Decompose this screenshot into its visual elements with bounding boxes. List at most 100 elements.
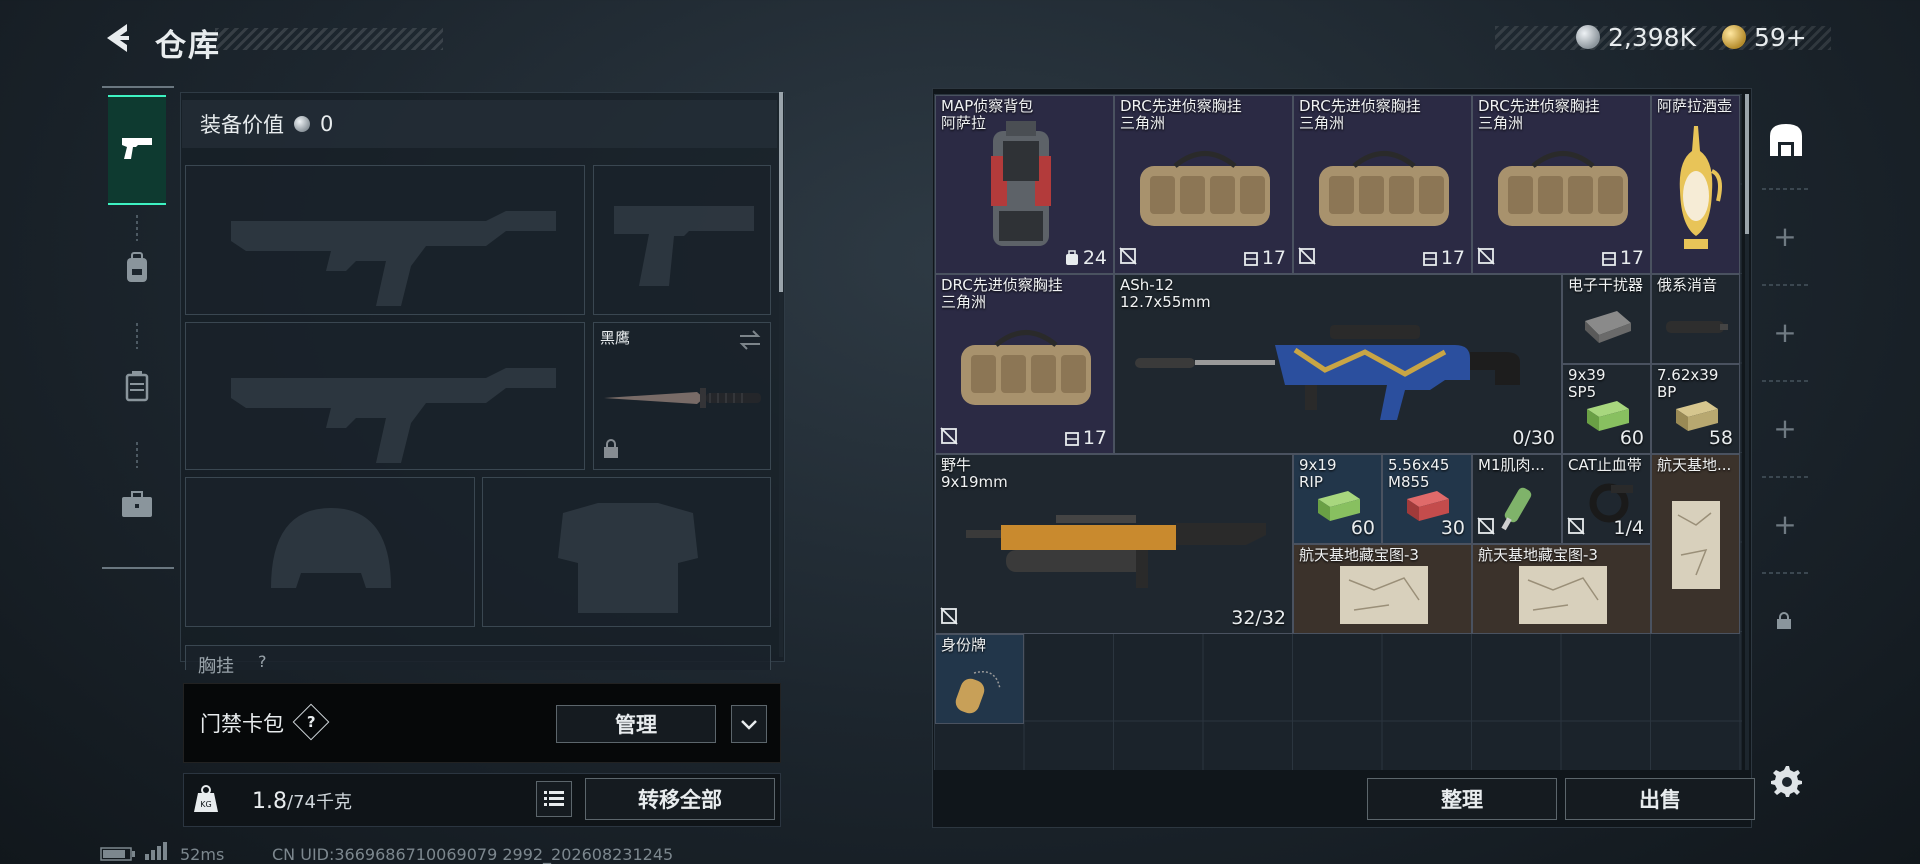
briefcase-icon xyxy=(121,490,153,522)
inventory-item[interactable]: 5.56x45 M855 30 xyxy=(1382,454,1472,544)
helmet-slot[interactable] xyxy=(185,477,475,627)
dog-tag-image xyxy=(955,671,1001,714)
secondary-weapon-slot[interactable] xyxy=(593,165,771,315)
rail-divider xyxy=(1762,572,1808,574)
add-stash-button[interactable]: + xyxy=(1770,414,1800,444)
silver-currency[interactable]: 2,398K xyxy=(1576,22,1696,52)
chest-rig-icon xyxy=(124,370,150,406)
add-stash-button[interactable]: + xyxy=(1770,318,1800,348)
backpack-icon xyxy=(124,252,150,288)
equipment-scrollbar[interactable] xyxy=(779,92,783,657)
sell-button[interactable]: 出售 xyxy=(1565,778,1755,820)
no-insure-icon xyxy=(1477,247,1495,269)
inventory-item[interactable]: 9x39 SP5 60 xyxy=(1562,364,1651,454)
sidebar-tab-case[interactable] xyxy=(108,451,166,561)
inventory-item[interactable]: 航天基地... xyxy=(1651,454,1740,634)
melee-slot[interactable]: 黑鹰 xyxy=(593,322,771,470)
weight-max: /74千克 xyxy=(287,792,352,813)
no-insure-icon xyxy=(1477,517,1495,539)
inventory-item[interactable]: DRC先进侦察胸挂 三角洲 17 xyxy=(1293,95,1472,274)
swap-icon[interactable] xyxy=(738,329,762,355)
backpack-small-icon xyxy=(1065,250,1078,265)
add-stash-button[interactable]: + xyxy=(1770,510,1800,540)
chest-rig-small-icon xyxy=(1243,252,1258,266)
inventory-item[interactable]: DRC先进侦察胸挂 三角洲 17 xyxy=(1114,95,1293,274)
locked-stash[interactable] xyxy=(1776,612,1792,634)
transfer-all-button[interactable]: 转移全部 xyxy=(585,778,775,820)
armor-slot[interactable] xyxy=(482,477,771,627)
item-capacity: 24 xyxy=(1064,247,1107,269)
smg-bizon-image xyxy=(966,515,1266,588)
ammo-count: 30 xyxy=(1440,517,1465,539)
inventory-item[interactable]: M1肌肉... xyxy=(1472,454,1562,544)
inventory-item[interactable]: 航天基地藏宝图-3 xyxy=(1293,544,1472,634)
inventory-item[interactable]: 野牛 9x19mm 32/32 xyxy=(935,454,1293,634)
list-view-button[interactable] xyxy=(536,781,572,817)
back-button[interactable] xyxy=(98,20,138,60)
inventory-item[interactable]: CAT止血带 1/4 xyxy=(1562,454,1651,544)
chest-rig-small-icon xyxy=(1064,432,1079,446)
inventory-item[interactable]: 电子干扰器 xyxy=(1562,274,1651,364)
primary-weapon-slot[interactable] xyxy=(185,165,585,315)
inventory-item[interactable]: 航天基地藏宝图-3 xyxy=(1472,544,1651,634)
gold-coin-icon xyxy=(1722,25,1746,49)
armor-silhouette-icon xyxy=(558,503,698,613)
settings-button[interactable] xyxy=(1770,764,1804,802)
suppressor-image xyxy=(1666,321,1728,333)
inventory-item[interactable]: 阿萨拉酒壶 xyxy=(1651,95,1740,274)
title-decoration xyxy=(215,28,443,50)
weight-current: 1.8 xyxy=(252,789,287,814)
inventory-item[interactable]: 俄系消音 xyxy=(1651,274,1740,364)
ammo-count: 60 xyxy=(1619,427,1644,449)
item-name: DRC先进侦察胸挂 三角洲 xyxy=(1299,97,1421,132)
chest-rig-image xyxy=(961,330,1091,405)
silver-amount: 2,398K xyxy=(1608,22,1696,52)
item-name: DRC先进侦察胸挂 三角洲 xyxy=(1120,97,1242,132)
no-insure-icon xyxy=(1567,517,1585,539)
melee-name: 黑鹰 xyxy=(600,329,631,347)
inventory-item[interactable]: 身份牌 xyxy=(935,634,1024,724)
inventory-scrollbar[interactable] xyxy=(1745,94,1749,770)
item-name: DRC先进侦察胸挂 三角洲 xyxy=(1478,97,1600,132)
item-name: M1肌肉... xyxy=(1478,456,1545,474)
primary-weapon-slot-2[interactable] xyxy=(185,322,585,470)
flask-image xyxy=(1679,126,1722,249)
chest-rig-small-icon xyxy=(1601,252,1616,266)
gold-currency[interactable]: 59+ xyxy=(1722,22,1807,52)
chest-rig-image xyxy=(1498,151,1628,226)
inventory-item[interactable]: DRC先进侦察胸挂 三角洲 17 xyxy=(935,274,1114,454)
sidebar-tab-backpack[interactable] xyxy=(108,215,166,325)
chest-rig-help: ? xyxy=(258,652,267,671)
sidebar-tab-chest-rig[interactable] xyxy=(108,333,166,443)
map-image xyxy=(1519,566,1607,624)
container-tab-stash[interactable] xyxy=(1766,120,1806,164)
page-title: 仓库 xyxy=(155,28,221,64)
back-arrow-icon xyxy=(101,21,135,59)
battery-icon xyxy=(100,846,136,864)
item-capacity: 17 xyxy=(1422,247,1465,269)
sidebar-bottom-line xyxy=(102,567,174,569)
no-insure-icon xyxy=(1119,247,1137,269)
inventory-item[interactable]: DRC先进侦察胸挂 三角洲 17 xyxy=(1472,95,1651,274)
chest-rig-slot[interactable]: 胸挂 ? xyxy=(185,645,771,677)
sidebar-tab-weapons[interactable] xyxy=(108,95,166,205)
silver-coin-icon xyxy=(294,116,310,132)
sort-button[interactable]: 整理 xyxy=(1367,778,1557,820)
keycard-case-label: 门禁卡包 xyxy=(200,712,284,736)
add-stash-button[interactable]: + xyxy=(1770,222,1800,252)
item-name: 身份牌 xyxy=(941,636,987,654)
item-capacity: 17 xyxy=(1064,427,1107,449)
pistol-silhouette-icon xyxy=(614,206,754,286)
expand-button[interactable] xyxy=(731,705,767,743)
rifle-silhouette-icon xyxy=(231,211,556,306)
gear-icon xyxy=(1770,766,1804,802)
inventory-item[interactable]: 7.62x39 BP 58 xyxy=(1651,364,1740,454)
manage-button[interactable]: 管理 xyxy=(556,705,716,743)
signal-icon xyxy=(144,842,168,864)
inventory-item[interactable]: MAP侦察背包 阿萨拉 24 xyxy=(935,95,1114,274)
inventory-item[interactable]: 9x19 RIP 60 xyxy=(1293,454,1382,544)
inventory-item[interactable]: ASh-12 12.7x55mm 0/30 xyxy=(1114,274,1562,454)
rail-divider xyxy=(1762,380,1808,382)
pistol-icon xyxy=(120,135,154,165)
item-name: 航天基地... xyxy=(1657,456,1732,474)
